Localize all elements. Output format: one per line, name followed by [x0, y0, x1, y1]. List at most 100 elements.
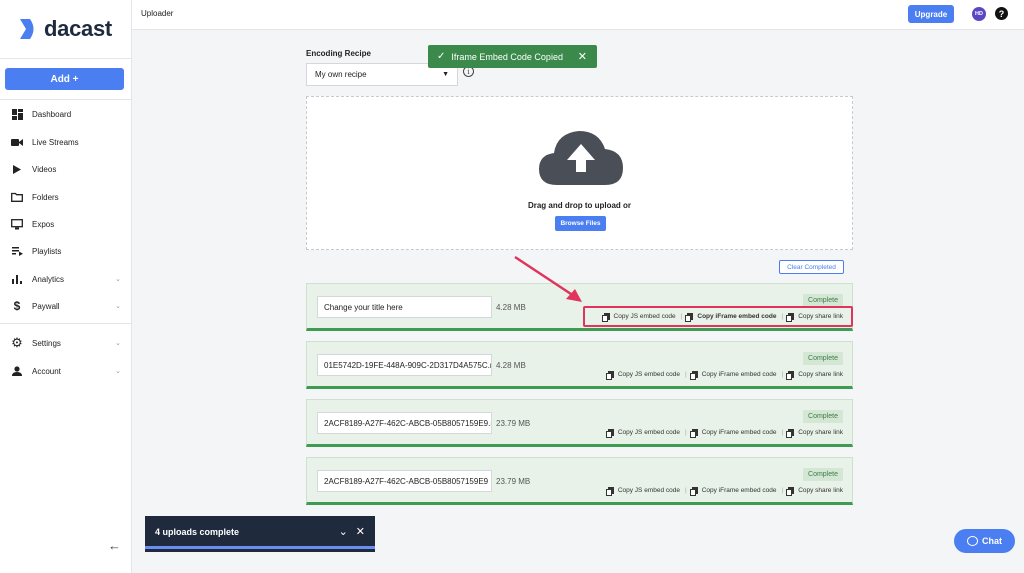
sidebar-divider: [0, 323, 132, 324]
sidebar-item-expos[interactable]: Expos: [0, 213, 131, 235]
folder-icon: [10, 190, 24, 204]
chat-bubble-icon: [967, 536, 978, 546]
monitor-icon: [10, 217, 24, 231]
copy-share-link-button[interactable]: Copy share link: [786, 371, 843, 380]
clear-completed-button[interactable]: Clear Completed: [779, 260, 844, 274]
copy-iframe-embed-button[interactable]: Copy iFrame embed code: [689, 487, 777, 496]
sidebar-item-playlists[interactable]: Playlists: [0, 240, 131, 262]
copy-iframe-embed-button[interactable]: Copy iFrame embed code: [689, 429, 777, 438]
separator: |: [781, 371, 784, 378]
camera-icon: [10, 135, 24, 149]
title-input[interactable]: Change your title here: [317, 296, 492, 318]
chevron-down-icon: ⌄: [115, 368, 121, 375]
copy-share-link-button[interactable]: Copy share link: [786, 429, 843, 438]
copy-js-embed-label: Copy JS embed code: [617, 371, 680, 378]
close-icon[interactable]: ✕: [356, 525, 365, 538]
encoding-recipe-value: My own recipe: [315, 70, 367, 79]
encoding-recipe-label: Encoding Recipe: [306, 49, 371, 58]
browse-files-button[interactable]: Browse Files: [555, 216, 606, 231]
sidebar-item-folders[interactable]: Folders: [0, 186, 131, 208]
copy-share-link-button[interactable]: Copy share link: [786, 487, 843, 496]
copy-icon: [605, 429, 614, 438]
separator: |: [684, 371, 687, 378]
chevron-down-icon: ⌄: [115, 276, 121, 283]
copy-icon: [689, 429, 698, 438]
sidebar-item-label: Expos: [32, 219, 55, 229]
chevron-down-icon: ⌄: [115, 340, 121, 347]
person-icon: [10, 364, 24, 378]
sidebar-item-label: Paywall: [32, 301, 60, 311]
sidebar-divider: [0, 58, 132, 59]
sidebar-divider: [0, 99, 132, 100]
uploads-status-text: 4 uploads complete: [155, 527, 240, 537]
copy-js-embed-button[interactable]: Copy JS embed code: [605, 371, 680, 380]
separator: |: [781, 487, 784, 494]
uploads-bar-controls: ⌄ ✕: [339, 525, 365, 538]
upgrade-button[interactable]: Upgrade: [908, 5, 954, 23]
copy-icon: [786, 487, 795, 496]
brand-name: dacast: [44, 16, 112, 41]
copy-icon: [605, 487, 614, 496]
copy-iframe-embed-label: Copy iFrame embed code: [701, 487, 777, 494]
sidebar-item-label: Account: [32, 366, 61, 376]
copy-js-embed-label: Copy JS embed code: [617, 487, 680, 494]
uploads-status-bar: 4 uploads complete ⌄ ✕: [145, 516, 375, 552]
top-bar: Uploader Upgrade HD ?: [132, 0, 1024, 30]
copy-iframe-embed-label: Copy iFrame embed code: [701, 371, 777, 378]
copy-js-embed-button[interactable]: Copy JS embed code: [605, 429, 680, 438]
sidebar-item-analytics[interactable]: Analytics ⌄: [0, 268, 131, 290]
collapse-sidebar-arrow-icon[interactable]: ←: [108, 538, 121, 553]
copy-js-embed-label: Copy JS embed code: [617, 429, 680, 436]
bar-chart-icon: [10, 272, 24, 286]
dacast-logo-icon: [20, 19, 34, 39]
sidebar-item-videos[interactable]: Videos: [0, 158, 131, 180]
status-badge: Complete: [803, 352, 843, 365]
upload-dropzone[interactable]: Drag and drop to upload or Browse Files: [306, 96, 853, 250]
separator: |: [684, 487, 687, 494]
dacast-logo[interactable]: dacast: [18, 16, 112, 42]
sidebar-item-label: Settings: [32, 338, 61, 348]
embed-actions: Copy JS embed code | Copy iFrame embed c…: [605, 429, 843, 438]
separator: |: [781, 429, 784, 436]
copy-js-embed-button[interactable]: Copy JS embed code: [605, 487, 680, 496]
sidebar-item-live-streams[interactable]: Live Streams: [0, 131, 131, 153]
avatar[interactable]: HD: [972, 7, 986, 21]
upload-row: 2ACF8189-A27F-462C-ABCB-05B8057159E9 23.…: [306, 457, 853, 505]
copy-share-link-label: Copy share link: [798, 429, 843, 436]
sidebar-item-dashboard[interactable]: Dashboard: [0, 103, 131, 125]
chat-button[interactable]: Chat: [954, 529, 1015, 553]
help-icon[interactable]: ?: [995, 7, 1008, 20]
dropzone-text: Drag and drop to upload or: [527, 201, 632, 210]
sidebar-item-paywall[interactable]: $ Paywall ⌄: [0, 295, 131, 317]
playlist-icon: [10, 244, 24, 258]
annotation-highlight-box: [583, 306, 853, 327]
play-icon: [10, 162, 24, 176]
copy-iframe-embed-button[interactable]: Copy iFrame embed code: [689, 371, 777, 380]
chevron-down-icon[interactable]: ⌄: [339, 525, 348, 538]
toast-message: Iframe Embed Code Copied: [451, 51, 563, 62]
status-badge: Complete: [803, 468, 843, 481]
sidebar-item-account[interactable]: Account ⌄: [0, 360, 131, 382]
sidebar-item-label: Videos: [32, 164, 57, 174]
copy-icon: [786, 371, 795, 380]
caret-down-icon: ▼: [442, 71, 449, 78]
copy-icon: [605, 371, 614, 380]
copy-icon: [689, 371, 698, 380]
upload-row: 01E5742D-19FE-448A-909C-2D317D4A575C.m 4…: [306, 341, 853, 389]
title-input[interactable]: 2ACF8189-A27F-462C-ABCB-05B8057159E9: [317, 470, 492, 492]
file-size: 4.28 MB: [496, 361, 526, 370]
sidebar-item-label: Dashboard: [32, 109, 72, 119]
sidebar-item-label: Analytics: [32, 274, 65, 284]
add-button[interactable]: Add +: [5, 68, 124, 90]
dashboard-icon: [10, 107, 24, 121]
annotation-arrow-icon: [514, 255, 582, 302]
title-input[interactable]: 2ACF8189-A27F-462C-ABCB-05B8057159E9.m: [317, 412, 492, 434]
sidebar-item-label: Live Streams: [32, 137, 79, 147]
copy-iframe-embed-label: Copy iFrame embed code: [701, 429, 777, 436]
close-icon[interactable]: ✕: [578, 50, 587, 63]
sidebar-item-settings[interactable]: ⚙ Settings ⌄: [0, 332, 131, 354]
sidebar-item-label: Folders: [32, 192, 59, 202]
chevron-down-icon: ⌄: [115, 303, 121, 310]
check-icon: ✓: [437, 51, 446, 62]
title-input[interactable]: 01E5742D-19FE-448A-909C-2D317D4A575C.m: [317, 354, 492, 376]
